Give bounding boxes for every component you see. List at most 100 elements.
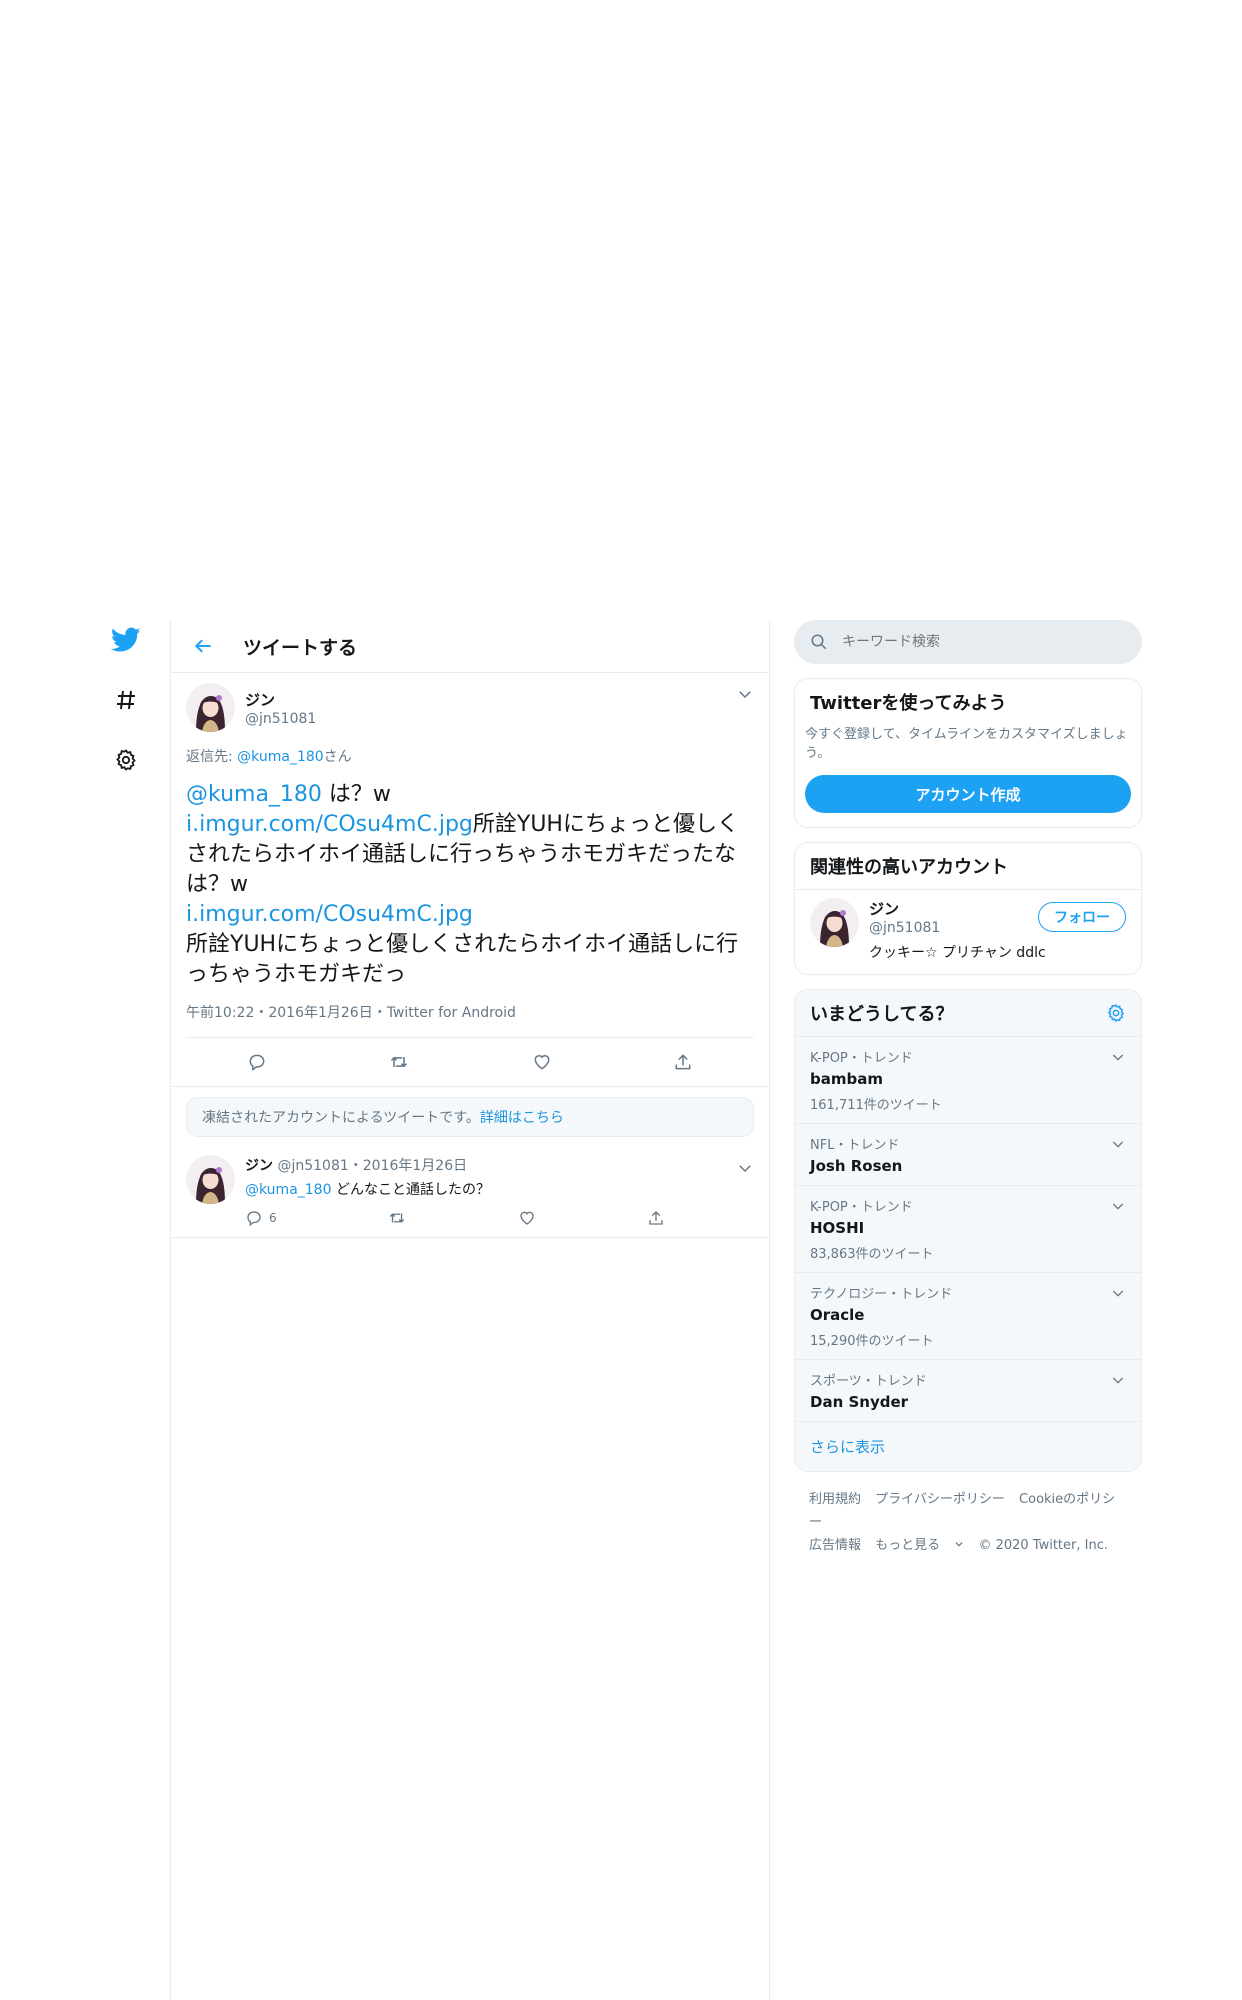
related-title: 関連性の高いアカウント [810,857,1008,878]
heart-icon [534,1055,550,1070]
like-button[interactable] [518,1209,536,1227]
chevron-down-icon[interactable] [736,685,754,703]
avatar[interactable] [186,1155,235,1204]
trend-meta: NFL・トレンド [810,1138,900,1153]
reply-author-name[interactable]: ジン [245,1158,273,1174]
reply-icon [249,1054,265,1071]
search-input[interactable] [842,634,1102,650]
footer-more-label: もっと見る [875,1538,941,1553]
reply-button[interactable] [247,1052,267,1072]
trend-meta: スポーツ・トレンド [810,1374,927,1389]
reply-text-body: どんなこと通話したの？ [331,1182,490,1198]
reply-tweet[interactable]: ジン @jn51081・2016年1月26日 @kuma_180 どんなこと通話… [171,1147,769,1238]
footer-privacy[interactable]: プライバシーポリシー [875,1492,1005,1507]
trend-name: Oracle [810,1306,865,1324]
create-account-button[interactable]: アカウント作成 [805,775,1131,813]
trend-item[interactable]: K-POP・トレンド bambam 161,711件のツイート [795,1036,1141,1123]
notice-link[interactable]: 詳細はこちら [480,1107,564,1127]
search-icon [811,634,827,650]
related-bio: クッキー☆ プリチャン ddlc [869,945,1046,961]
tweet-author-handle[interactable]: @jn51081 [245,711,316,727]
trends-title: いまどうしてる？ [810,1004,954,1025]
main-column: ツイートする ジン @jn51081 返信先: @kuma_180さん @kum… [170,620,770,2000]
trend-name: Josh Rosen [810,1157,903,1175]
share-button[interactable] [673,1052,693,1072]
chevron-down-icon[interactable] [1110,1136,1126,1152]
chevron-down-icon[interactable] [736,1159,754,1177]
reply-to-label: 返信先: [186,749,233,765]
reply-icon [247,1211,261,1227]
settings-gear-icon[interactable] [108,742,144,778]
trend-name: HOSHI [810,1219,865,1237]
related-name[interactable]: ジン [869,898,1046,919]
tweet-actions [186,1038,754,1086]
trend-item[interactable]: NFL・トレンド Josh Rosen [795,1123,1141,1185]
related-account-row[interactable]: ジン @jn51081 クッキー☆ プリチャン ddlc フォロー [795,889,1141,974]
trend-item[interactable]: テクノロジー・トレンド Oracle 15,290件のツイート [795,1272,1141,1359]
trend-count: 15,290件のツイート [810,1334,934,1349]
chevron-down-icon[interactable] [1110,1049,1126,1065]
tweet-mention[interactable]: @kuma_180 [186,782,322,807]
reply-to-line: 返信先: @kuma_180さん [186,746,754,766]
retweet-icon [390,1213,405,1223]
footer-more[interactable]: もっと見る [875,1538,964,1553]
left-nav [108,622,144,802]
footer-copyright: © 2020 Twitter, Inc. [978,1538,1108,1553]
trend-item[interactable]: K-POP・トレンド HOSHI 83,863件のツイート [795,1185,1141,1272]
tweet-timestamp[interactable]: 午前10:22・2016年1月26日・Twitter for Android [186,1002,754,1038]
share-icon [675,1054,691,1070]
signup-subtitle: 今すぐ登録して、タイムラインをカスタマイズしましょう。 [805,727,1128,761]
reply-to-suffix: さん [323,749,352,765]
reply-button[interactable]: 6 [245,1209,277,1227]
trend-meta: K-POP・トレンド [810,1200,913,1215]
trend-item[interactable]: スポーツ・トレンド Dan Snyder [795,1359,1141,1421]
reply-to-mention[interactable]: @kuma_180 [237,749,324,765]
share-icon [649,1211,663,1225]
share-button[interactable] [647,1209,665,1227]
heart-icon [520,1211,534,1225]
page-header: ツイートする [171,620,769,673]
retweet-button[interactable] [388,1052,410,1072]
notice-text: 凍結されたアカウントによるツイートです。 [202,1110,480,1126]
tweet-author-name[interactable]: ジン [245,689,316,710]
avatar[interactable] [186,683,235,732]
related-accounts-card: 関連性の高いアカウント ジン @jn51081 クッキー☆ プリチャン ddlc… [794,842,1142,975]
back-arrow-icon[interactable] [191,634,215,658]
settings-gear-icon[interactable] [1106,1003,1126,1023]
twitter-logo-icon[interactable] [108,622,144,658]
reply-text: @kuma_180 どんなこと通話したの？ [245,1179,754,1199]
tweet-link-1[interactable]: i.imgur.com/COsu4mC.jpg [186,812,473,837]
avatar[interactable] [810,898,859,947]
trend-meta: テクノロジー・トレンド [810,1287,953,1302]
retweet-icon [391,1056,408,1068]
follow-button[interactable]: フォロー [1038,902,1126,932]
retweet-button[interactable] [387,1209,407,1227]
related-handle: @jn51081 [869,920,941,936]
footer-terms[interactable]: 利用規約 [809,1492,861,1507]
trend-meta: K-POP・トレンド [810,1051,913,1066]
trend-count: 83,863件のツイート [810,1247,934,1262]
chevron-down-icon[interactable] [1110,1285,1126,1301]
footer: 利用規約 プライバシーポリシー Cookieのポリシー 広告情報 もっと見る ©… [794,1472,1142,1573]
signup-title: Twitterを使ってみよう [810,693,1007,714]
sidebar: Twitterを使ってみよう 今すぐ登録して、タイムラインをカスタマイズしましょ… [794,620,1142,1573]
page-title: ツイートする [243,636,358,659]
reply-count: 6 [269,1211,277,1225]
trend-name: bambam [810,1070,883,1088]
reply-actions: 6 [245,1209,665,1227]
tweet-text-part1: は？w [321,782,391,807]
hashtag-icon[interactable] [108,682,144,718]
trend-name: Dan Snyder [810,1393,909,1411]
chevron-down-icon[interactable] [1110,1372,1126,1388]
show-more-link[interactable]: さらに表示 [795,1421,1141,1471]
footer-ads[interactable]: 広告情報 [809,1538,861,1553]
signup-card: Twitterを使ってみよう 今すぐ登録して、タイムラインをカスタマイズしましょ… [794,678,1142,828]
chevron-down-icon[interactable] [1110,1198,1126,1214]
trend-count: 161,711件のツイート [810,1098,942,1113]
reply-mention[interactable]: @kuma_180 [245,1182,332,1198]
like-button[interactable] [532,1052,552,1072]
trends-card: いまどうしてる？ K-POP・トレンド bambam 161,711件のツイート… [794,989,1142,1472]
search-box[interactable] [794,620,1142,664]
tweet-link-2[interactable]: i.imgur.com/COsu4mC.jpg [186,902,473,927]
reply-handle-date: @jn51081・2016年1月26日 [277,1158,468,1174]
